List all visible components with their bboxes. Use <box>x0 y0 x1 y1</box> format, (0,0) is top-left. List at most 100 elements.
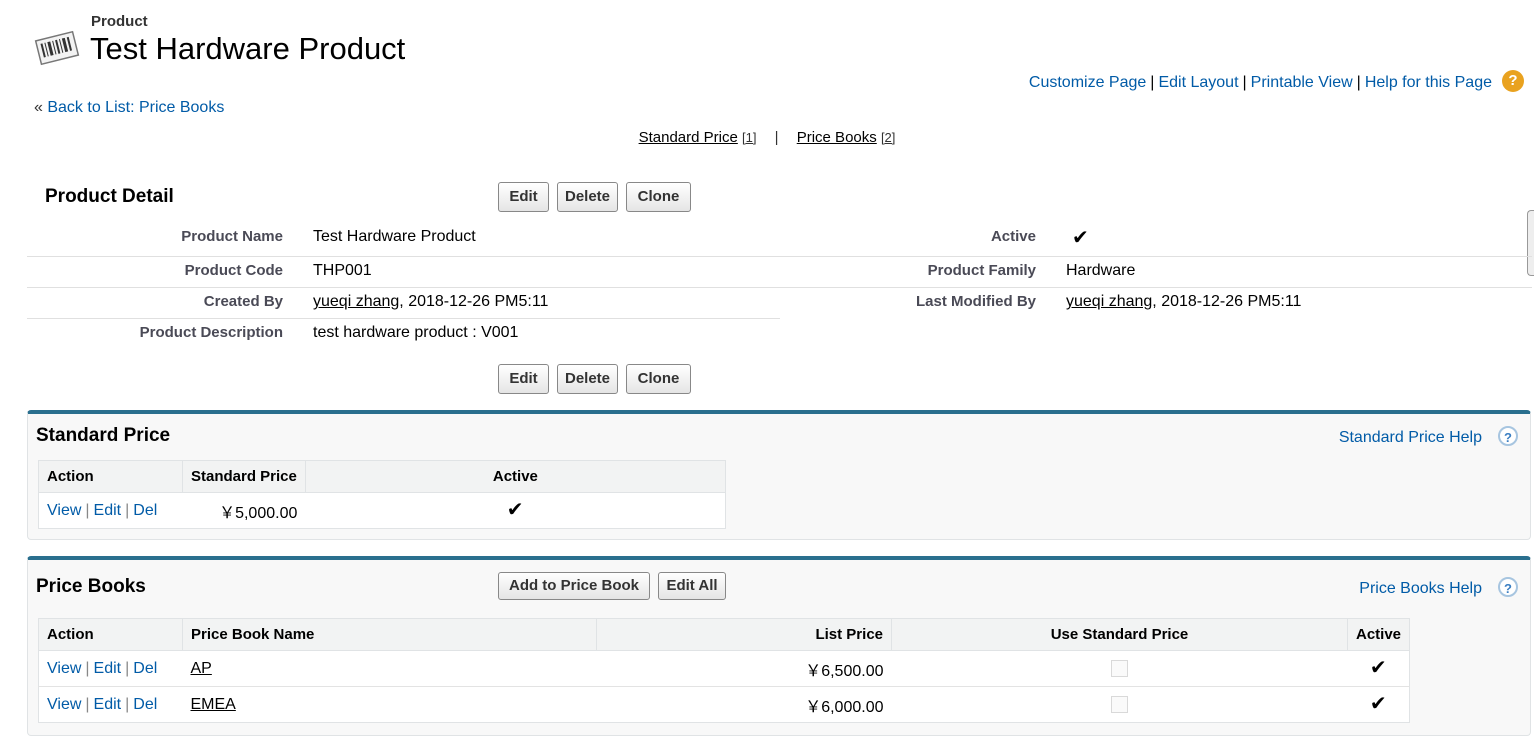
use-standard-price-cell <box>891 650 1348 687</box>
back-arrow-icon: « <box>34 99 43 116</box>
related-list-hover-links: Standard Price [1] | Price Books [2] <box>0 129 1534 146</box>
column-header-action: Action <box>38 618 183 651</box>
created-by-user-link[interactable]: yueqi zhang <box>313 293 399 310</box>
active-cell: ✔ <box>1347 686 1410 723</box>
page-title: Test Hardware Product <box>90 31 406 66</box>
jump-standard-price-link[interactable]: Standard Price <box>639 129 738 146</box>
separator: | <box>1150 74 1155 91</box>
product-family-label: Product Family <box>927 262 1036 279</box>
standard-price-value: ￥5,000.00 <box>182 492 306 529</box>
price-book-link[interactable]: EMEA <box>191 696 236 713</box>
divider <box>27 318 780 319</box>
view-link[interactable]: View <box>47 502 81 519</box>
edit-button[interactable]: Edit <box>498 182 549 212</box>
edit-link[interactable]: Edit <box>94 696 122 713</box>
separator: | <box>125 501 130 519</box>
unchecked-box-icon <box>1111 695 1128 713</box>
column-header-action: Action <box>38 460 183 493</box>
separator: | <box>774 129 779 146</box>
delete-button[interactable]: Delete <box>557 182 618 212</box>
side-scroll-tab[interactable] <box>1527 210 1534 276</box>
clone-button-bottom[interactable]: Clone <box>626 364 691 394</box>
created-by-label: Created By <box>203 293 283 310</box>
column-header-list-price: List Price <box>596 618 892 651</box>
product-description-label: Product Description <box>139 324 283 341</box>
edit-button-bottom[interactable]: Edit <box>498 364 549 394</box>
price-book-name-cell: EMEA <box>182 686 597 723</box>
last-modified-by-value: yueqi zhang, 2018-12-26 PM5:11 <box>1066 293 1301 311</box>
help-icon[interactable]: ? <box>1502 70 1524 92</box>
add-to-price-book-button[interactable]: Add to Price Book <box>498 572 650 600</box>
price-books-related-list: Price Books Add to Price Book Edit All P… <box>27 556 1531 736</box>
divider <box>27 287 1532 288</box>
separator: | <box>1356 74 1361 91</box>
row-actions: View | Edit | Del <box>38 686 183 723</box>
edit-link[interactable]: Edit <box>94 502 122 519</box>
checkmark-icon: ✔ <box>1072 227 1089 249</box>
standard-price-related-list: Standard Price Standard Price Help ? Act… <box>27 410 1531 540</box>
view-link[interactable]: View <box>47 696 81 713</box>
checkmark-icon: ✔ <box>506 499 524 521</box>
product-code-value: THP001 <box>313 262 372 279</box>
del-link[interactable]: Del <box>133 502 157 519</box>
help-for-page-link[interactable]: Help for this Page <box>1365 74 1492 91</box>
row-actions: View | Edit | Del <box>38 650 183 687</box>
jump-price-books-link[interactable]: Price Books <box>797 129 877 146</box>
clone-button[interactable]: Clone <box>626 182 691 212</box>
separator: | <box>85 501 90 519</box>
question-mark-icon[interactable]: ? <box>1498 426 1518 446</box>
price-book-link[interactable]: AP <box>191 660 212 677</box>
edit-all-button[interactable]: Edit All <box>658 572 726 600</box>
printable-view-link[interactable]: Printable View <box>1251 74 1353 91</box>
edit-link[interactable]: Edit <box>94 660 122 677</box>
column-header-active: Active <box>304 460 726 493</box>
table-row: View | Edit | Del ￥5,000.00 ✔ <box>38 492 726 529</box>
del-link[interactable]: Del <box>133 696 157 713</box>
view-link[interactable]: View <box>47 660 81 677</box>
delete-button-bottom[interactable]: Delete <box>557 364 618 394</box>
top-links: Customize Page | Edit Layout | Printable Vie… <box>1029 74 1492 92</box>
active-cell: ✔ <box>1347 650 1410 687</box>
price-books-title: Price Books <box>36 576 146 597</box>
list-price-value: ￥6,500.00 <box>596 650 892 687</box>
del-link[interactable]: Del <box>133 660 157 677</box>
question-mark-icon[interactable]: ? <box>1498 577 1518 597</box>
unchecked-box-icon <box>1111 659 1128 677</box>
separator: | <box>85 659 90 677</box>
last-modified-user-link[interactable]: yueqi zhang <box>1066 293 1152 310</box>
product-name-value: Test Hardware Product <box>313 228 476 245</box>
separator: | <box>125 695 130 713</box>
edit-layout-link[interactable]: Edit Layout <box>1158 74 1238 91</box>
checkmark-icon: ✔ <box>1369 657 1387 679</box>
divider <box>27 256 1532 257</box>
separator: | <box>1242 74 1247 91</box>
column-header-active: Active <box>1346 618 1411 651</box>
product-description-value: test hardware product : V001 <box>313 324 519 341</box>
table-row: View | Edit | Del AP ￥6,500.00 ✔ <box>38 650 1410 687</box>
checkmark-icon: ✔ <box>1369 693 1387 715</box>
price-books-help-link[interactable]: Price Books Help <box>1359 580 1482 598</box>
active-label: Active <box>990 228 1036 245</box>
product-detail-title: Product Detail <box>45 186 174 207</box>
use-standard-price-cell <box>891 686 1348 723</box>
standard-price-title: Standard Price <box>36 425 171 446</box>
created-by-value: yueqi zhang, 2018-12-26 PM5:11 <box>313 293 548 311</box>
active-cell: ✔ <box>305 492 726 529</box>
object-type-label: Product <box>91 13 148 30</box>
customize-page-link[interactable]: Customize Page <box>1029 74 1146 91</box>
price-book-name-cell: AP <box>182 650 597 687</box>
standard-price-help-link[interactable]: Standard Price Help <box>1339 429 1482 447</box>
list-price-value: ￥6,000.00 <box>596 686 892 723</box>
product-code-label: Product Code <box>184 262 283 279</box>
last-modified-by-label: Last Modified By <box>915 293 1036 310</box>
column-header-use-standard-price: Use Standard Price <box>891 618 1348 651</box>
standard-price-table: Action Standard Price Active View | Edit | D… <box>38 460 726 529</box>
back-to-list-link[interactable]: Back to List: Price Books <box>47 99 224 116</box>
back-to-list: « Back to List: Price Books <box>34 99 224 117</box>
jump-price-books-count: [2] <box>880 130 896 145</box>
product-name-label: Product Name <box>181 228 283 245</box>
jump-standard-price-count: [1] <box>742 130 757 145</box>
price-books-table: Action Price Book Name List Price Use St… <box>38 618 1411 723</box>
separator: | <box>85 695 90 713</box>
barcode-icon <box>34 30 80 66</box>
